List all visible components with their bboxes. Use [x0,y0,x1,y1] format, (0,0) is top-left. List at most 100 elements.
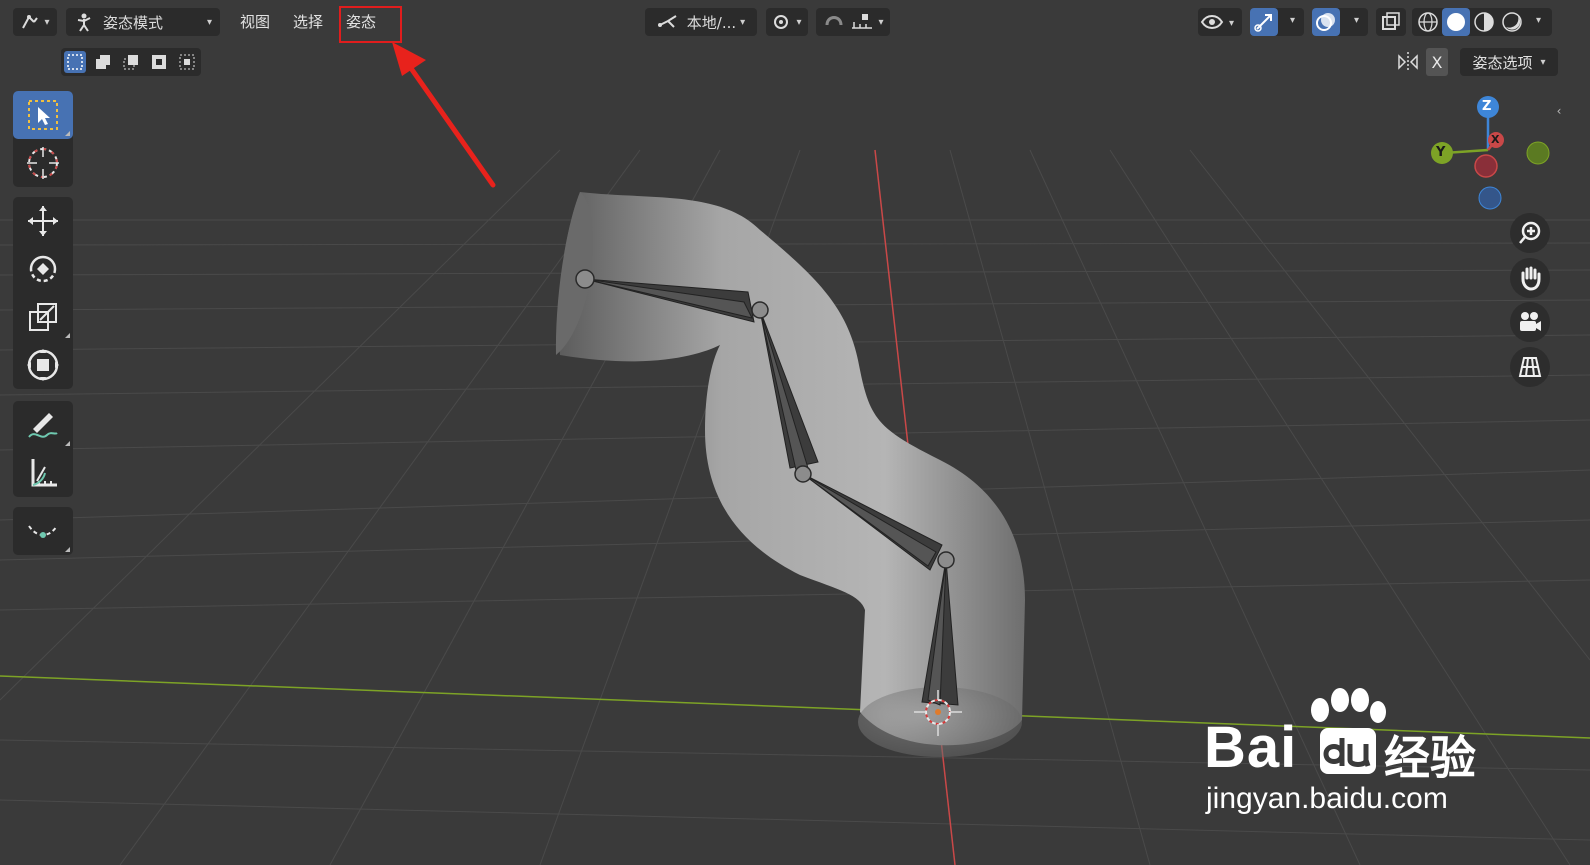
gizmo-z-label[interactable]: Z [1482,99,1491,114]
select-invert-icon [152,55,166,69]
perspective-toggle-button[interactable] [1510,347,1550,387]
select-subtract-icon [123,55,138,70]
zoom-button[interactable] [1510,213,1550,253]
viewport-header: ▾ 姿态模式 ▾ 视图 选择 姿态 本地/... ▾ ▾ ▾ ▾ ▾ ▾ ▾ X… [0,0,1590,118]
more-tools-indicator [65,131,70,136]
gizmo-toggle[interactable]: ▾ [1250,8,1304,36]
chevron-down-icon[interactable]: ▾ [1536,15,1541,26]
selection-mode-buttons [61,48,201,76]
annotation-arrow [392,42,496,188]
cursor-tool[interactable] [13,139,73,187]
move-icon [28,206,58,236]
relax-pose-tool[interactable] [13,507,73,555]
chevron-down-icon: ▾ [206,16,212,28]
magnet-icon [825,16,843,26]
svg-text:▾: ▾ [1229,18,1234,29]
pivot-point-dropdown[interactable]: ▾ [766,8,808,36]
mode-label: 姿态模式 [103,13,164,32]
overlays-toggle-active[interactable] [1312,8,1340,36]
orientation-label: 本地/... [686,13,737,32]
overlays-toggle[interactable]: ▾ [1312,8,1368,36]
du-letters-icon [1323,738,1371,767]
transform-tool[interactable] [13,341,73,389]
watermark-brand: Bai [1204,715,1298,780]
gizmo-x-label[interactable]: X [1491,133,1499,146]
select-intersect-button[interactable] [176,51,198,73]
camera-icon [1520,312,1541,331]
menu-select[interactable]: 选择 [285,8,331,36]
pan-button[interactable] [1510,258,1550,298]
menu-view[interactable]: 视图 [232,8,278,36]
chevron-down-icon: ▾ [1290,15,1296,26]
watermark-url: jingyan.baidu.com [1206,782,1448,815]
rotate-tool[interactable] [13,245,73,293]
scale-tool[interactable] [13,293,73,341]
zoom-icon [1519,221,1541,244]
measure-tool[interactable] [13,449,73,497]
measure-icon [31,459,57,487]
select-extend-button[interactable] [92,51,114,73]
solid-shading-button[interactable] [1442,8,1470,36]
sidebar-toggle[interactable]: ‹ [1552,100,1566,122]
mode-selector[interactable]: 姿态模式 ▾ [66,8,220,36]
watermark-du [1320,728,1376,774]
rotate-icon [29,255,57,283]
baidu-watermark: Bai 经验 jingyan.baidu.com [1198,688,1498,828]
mirror-icon[interactable] [1396,50,1420,74]
mirror-x-toggle[interactable]: X [1426,48,1448,76]
hand-icon [1521,266,1541,291]
select-extend-icon [96,55,110,69]
material-shading-icon[interactable] [1470,8,1498,36]
visibility-dropdown[interactable]: ▾ [1198,8,1242,36]
wireframe-shading-icon[interactable] [1414,8,1442,36]
transform-orientation-dropdown[interactable]: 本地/... ▾ [645,8,757,36]
select-invert-button[interactable] [148,51,170,73]
snapping-controls[interactable]: ▾ [816,8,890,36]
more-tools-indicator [65,441,70,446]
gizmo-y-label[interactable]: Y [1436,145,1445,160]
annotate-icon [28,413,58,438]
rendered-shading-icon[interactable] [1498,8,1526,36]
armature-editor-icon [22,15,39,29]
pose-options-label: 姿态选项 [1472,53,1533,72]
select-new-button[interactable] [64,51,86,73]
shading-modes: ▾ [1412,8,1552,36]
move-tool[interactable] [13,197,73,245]
chevron-down-icon: ▾ [796,16,802,28]
cursor-icon [27,147,59,179]
gizmo-toggle-active[interactable] [1250,8,1278,36]
select-box-tool[interactable] [13,91,73,139]
annotate-tool[interactable] [13,401,73,449]
annotation-highlight-box [339,6,402,43]
gizmo-icon [1254,14,1272,32]
chevron-down-icon: ▾ [740,16,746,28]
editor-type-button[interactable]: ▾ [13,8,57,36]
select-subtract-button[interactable] [120,51,142,73]
select-intersect-icon [179,54,195,70]
chevron-down-icon: ▾ [1354,15,1360,26]
orientation-icon [657,15,677,28]
tool-group-annotate [13,401,73,497]
more-tools-indicator [65,547,70,552]
more-tools-indicator [65,333,70,338]
chevron-down-icon: ▾ [1540,56,1546,68]
grid-icon [1518,357,1542,377]
pose-mode-icon [77,13,91,32]
chevron-down-icon: ▾ [44,16,50,28]
chevron-down-icon: ▾ [878,16,884,28]
overlays-icon [1316,13,1335,31]
transform-icon [27,349,59,381]
solid-shading-icon [1447,13,1465,31]
camera-view-button[interactable] [1510,302,1550,342]
select-box-icon [28,100,58,130]
select-new-icon [67,54,83,70]
pose-options-dropdown[interactable]: 姿态选项 ▾ [1460,48,1558,76]
tool-group-pose [13,507,73,555]
snap-increment-icon [852,14,873,29]
xray-toggle[interactable] [1376,8,1406,36]
tool-group-transform [13,197,73,389]
scale-icon [29,303,57,331]
watermark-suffix: 经验 [1384,732,1476,784]
tool-group-select [13,91,73,187]
pivot-icon [774,15,789,29]
